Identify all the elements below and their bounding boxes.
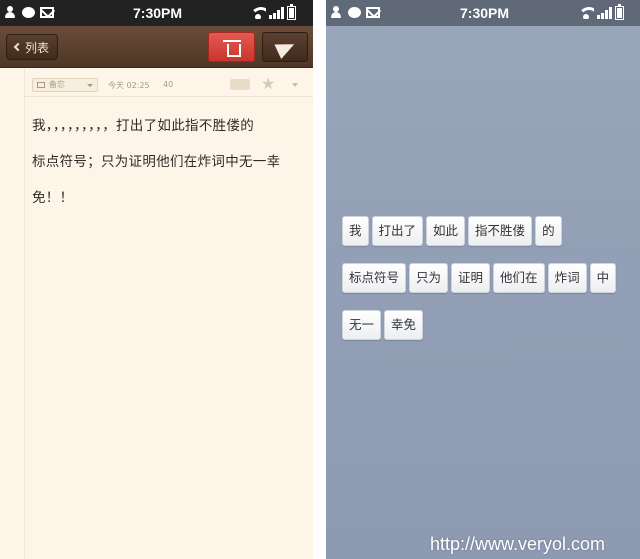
word-token-row: 无一 幸免 bbox=[342, 310, 424, 340]
word-token[interactable]: 如此 bbox=[426, 216, 466, 246]
chat-bubble-icon bbox=[22, 6, 35, 18]
star-icon[interactable]: ★ bbox=[261, 74, 275, 93]
battery-icon bbox=[287, 4, 296, 20]
word-split-screen: 7:30PM 我 打出了 如此 指不胜偻 的 标点符号 只为 证明 他们在 炸词… bbox=[326, 0, 640, 559]
status-time: 7:30PM bbox=[460, 5, 510, 21]
mail-icon bbox=[40, 6, 54, 18]
send-button[interactable] bbox=[262, 32, 308, 62]
contacts-icon bbox=[4, 6, 17, 18]
folder-dropdown[interactable]: 备忘 bbox=[32, 78, 98, 92]
system-icons bbox=[578, 4, 624, 20]
trash-icon bbox=[223, 40, 241, 57]
status-time: 7:30PM bbox=[133, 5, 183, 21]
word-token[interactable]: 指不胜偻 bbox=[468, 216, 533, 246]
info-badge bbox=[230, 79, 250, 90]
back-to-list-button[interactable]: 列表 bbox=[6, 34, 58, 60]
word-token[interactable]: 我 bbox=[342, 216, 369, 246]
signal-icon bbox=[269, 7, 284, 19]
toolbar: 列表 bbox=[0, 26, 313, 68]
system-icons bbox=[250, 4, 296, 20]
chat-bubble-icon bbox=[348, 6, 361, 18]
folder-icon bbox=[37, 82, 45, 88]
word-token[interactable]: 中 bbox=[589, 263, 617, 293]
watermark: http://www.veryol.com bbox=[430, 534, 606, 554]
word-token[interactable]: 只为 bbox=[409, 263, 449, 293]
status-bar: 7:30PM bbox=[326, 0, 640, 26]
note-meta: 备忘 今天 02:25 40 ★ bbox=[32, 74, 307, 94]
word-token[interactable]: 无一 bbox=[342, 310, 382, 340]
note-line: 标点符号；只为证明他们在炸词中无一幸 bbox=[32, 154, 281, 170]
mail-icon bbox=[366, 6, 380, 18]
word-token[interactable]: 幸免 bbox=[384, 310, 424, 340]
note-date: 今天 02:25 bbox=[108, 81, 150, 90]
delete-button[interactable] bbox=[208, 32, 255, 62]
wifi-icon bbox=[578, 7, 594, 19]
notification-icons bbox=[4, 6, 54, 18]
divider bbox=[24, 96, 313, 97]
back-button-label: 列表 bbox=[25, 40, 50, 55]
note-line: 免！！ bbox=[32, 190, 74, 206]
chevron-left-icon bbox=[13, 42, 23, 52]
note-body[interactable]: 我，，，，，，，，，打出了如此指不胜偻的 标点符号；只为证明他们在炸词中无一幸 … bbox=[32, 108, 304, 216]
chevron-down-icon bbox=[87, 84, 93, 87]
note-editor-screen: 7:30PM 列表 备忘 今天 02:25 40 ★ 我，，，，，，，，，打出了… bbox=[0, 0, 313, 559]
word-token[interactable]: 他们在 bbox=[493, 263, 545, 293]
more-caret-icon[interactable] bbox=[292, 83, 298, 87]
word-token[interactable]: 证明 bbox=[451, 263, 491, 293]
battery-icon bbox=[615, 4, 624, 20]
folder-label: 备忘 bbox=[49, 80, 65, 89]
word-token[interactable]: 炸词 bbox=[547, 263, 587, 293]
notification-icons bbox=[330, 6, 380, 18]
send-icon bbox=[274, 36, 298, 60]
word-token[interactable]: 标点符号 bbox=[342, 263, 407, 293]
margin-line bbox=[24, 68, 25, 559]
word-token-row: 标点符号 只为 证明 他们在 炸词 中 bbox=[342, 263, 617, 293]
signal-icon bbox=[597, 7, 612, 19]
word-token-row: 我 打出了 如此 指不胜偻 的 bbox=[342, 216, 562, 246]
word-token[interactable]: 的 bbox=[535, 216, 562, 246]
note-line: 我，，，，，，，，，打出了如此指不胜偻的 bbox=[32, 118, 254, 134]
word-token[interactable]: 打出了 bbox=[371, 216, 424, 246]
status-bar: 7:30PM bbox=[0, 0, 313, 26]
wifi-icon bbox=[250, 7, 266, 19]
char-count: 40 bbox=[163, 80, 174, 89]
contacts-icon bbox=[330, 6, 343, 18]
